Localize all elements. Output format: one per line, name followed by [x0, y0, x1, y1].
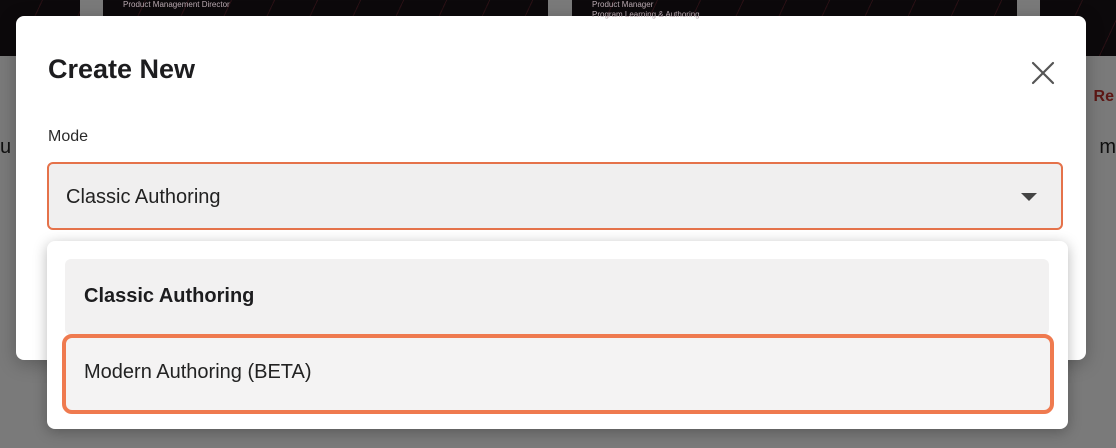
mode-select[interactable]: Classic Authoring [47, 162, 1063, 230]
option-label: Classic Authoring [84, 285, 255, 307]
background-card-caption: Product Manager Program Learning & Autho… [592, 0, 700, 19]
mode-select-value: Classic Authoring [66, 186, 221, 208]
close-button[interactable] [1028, 58, 1058, 88]
option-modern-authoring-beta[interactable]: Modern Authoring (BETA) [62, 334, 1054, 414]
dialog-title: Create New [48, 54, 196, 84]
mode-dropdown-menu: Classic Authoring Modern Authoring (BETA… [47, 241, 1068, 429]
caret-down-icon [1021, 193, 1037, 201]
option-classic-authoring[interactable]: Classic Authoring [65, 259, 1049, 335]
mode-label: Mode [48, 128, 89, 145]
option-label: Modern Authoring (BETA) [84, 361, 312, 383]
background-card-caption: Product Management Director [123, 0, 230, 9]
close-icon [1031, 61, 1055, 85]
